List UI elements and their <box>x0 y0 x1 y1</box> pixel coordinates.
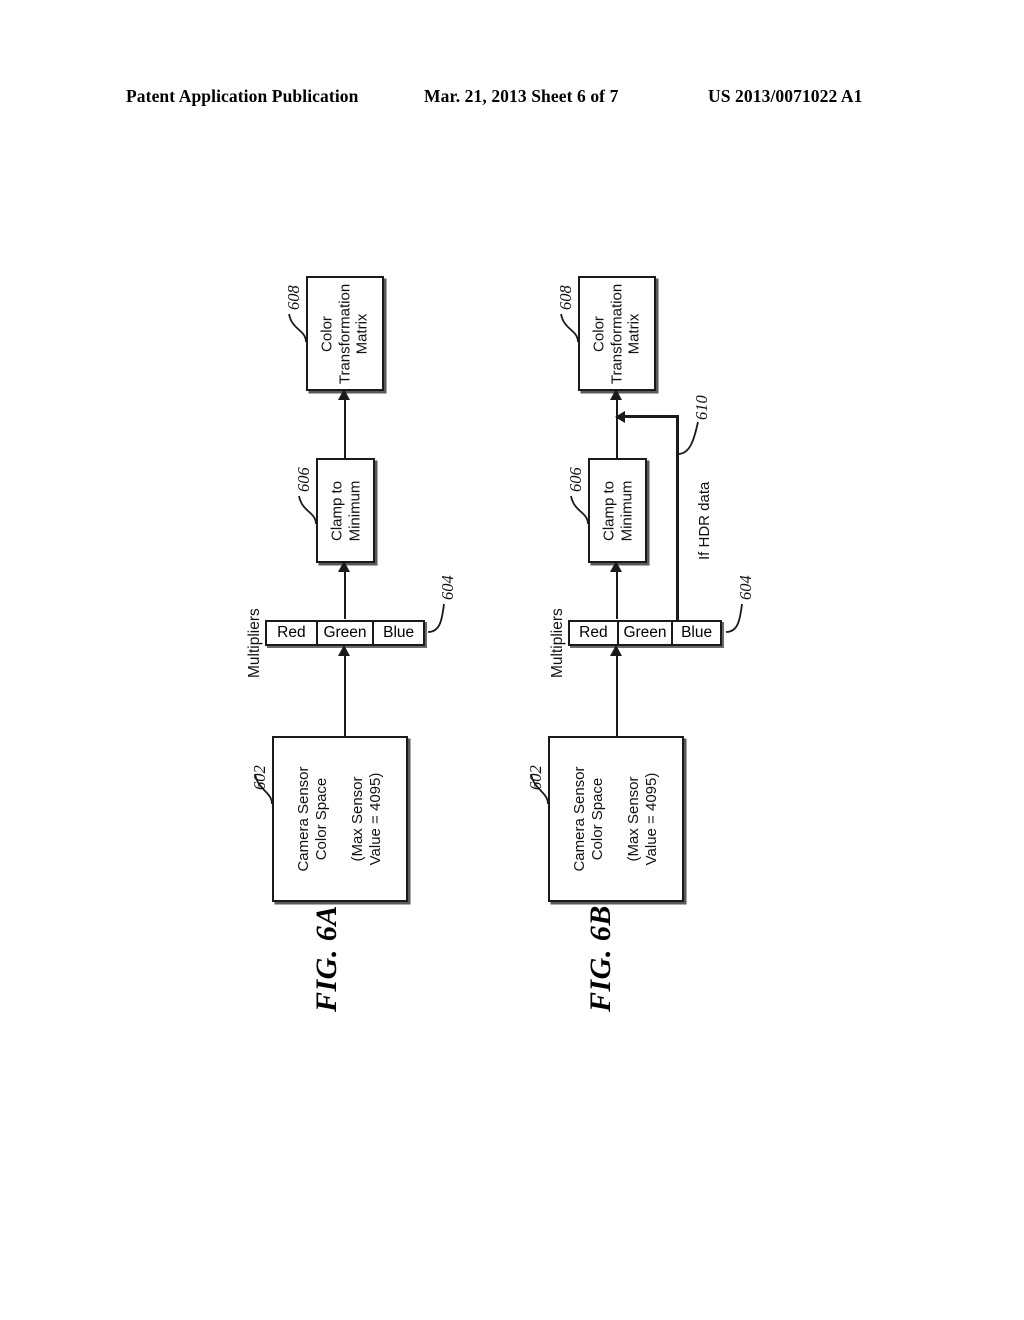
arrowhead-clamp-to-ctm-6b <box>610 389 622 400</box>
sensor-6b-line3: (Max Sensor <box>625 776 642 862</box>
block-camera-sensor-color-space-6b-label: Camera Sensor Color Space (Max Sensor Va… <box>571 766 661 871</box>
figure-area: Color Transformation Matrix 608 Clamp to… <box>0 0 1024 1320</box>
multiplier-cell-red-6b: Red <box>570 622 619 644</box>
refnum-608-6b: 608 <box>556 285 575 310</box>
refnum-604-6b: 604 <box>736 575 755 600</box>
sensor-6b-line2: Color Space <box>589 777 606 861</box>
clamp-6b-line1: Clamp to <box>599 480 617 541</box>
multiplier-cell-blue-6b: Blue <box>681 624 713 641</box>
clamp-6b-line2: Minimum <box>617 480 635 541</box>
refnum-602-6b: 602 <box>526 765 545 790</box>
multipliers-caption-6b: Multipliers <box>549 608 566 678</box>
ctm-6b-line1: Color <box>590 315 608 352</box>
sensor-6b-line4: Value = 4095) <box>643 772 660 866</box>
block-color-transformation-matrix-6b: Color Transformation Matrix <box>578 276 656 391</box>
arrowhead-hdr-bypass-6b <box>615 410 625 423</box>
arrowhead-sensor-to-mult-6b <box>610 645 622 656</box>
flow-line-clamp-to-ctm-6b <box>615 392 618 459</box>
figure-6b: Color Transformation Matrix 608 610 If H… <box>0 0 1024 1320</box>
multipliers-bar-6b: Red Green Blue <box>568 620 722 646</box>
refnum-610-6b: 610 <box>692 395 711 420</box>
hdr-bypass-label-6b: If HDR data <box>696 481 713 560</box>
sensor-6b-line1: Camera Sensor <box>571 766 588 872</box>
multiplier-cell-green-6b: Green <box>619 622 674 644</box>
refnum-606-6b: 606 <box>566 467 585 492</box>
block-camera-sensor-color-space-6b: Camera Sensor Color Space (Max Sensor Va… <box>548 736 684 902</box>
ctm-6b-line3: Matrix <box>625 313 643 354</box>
flow-line-mult-to-clamp-6b <box>615 564 618 619</box>
block-clamp-to-minimum-6b-label: Clamp to Minimum <box>600 480 635 541</box>
ctm-6b-line2: Transformation <box>608 283 626 384</box>
arrowhead-mult-to-clamp-6b <box>610 561 622 572</box>
flow-line-sensor-to-mult-6b <box>615 648 618 736</box>
hdr-bypass-horizontal-6b <box>625 415 679 418</box>
figure-caption-6b: FIG. 6B <box>584 905 617 1012</box>
block-color-transformation-matrix-6b-label: Color Transformation Matrix <box>590 283 643 383</box>
